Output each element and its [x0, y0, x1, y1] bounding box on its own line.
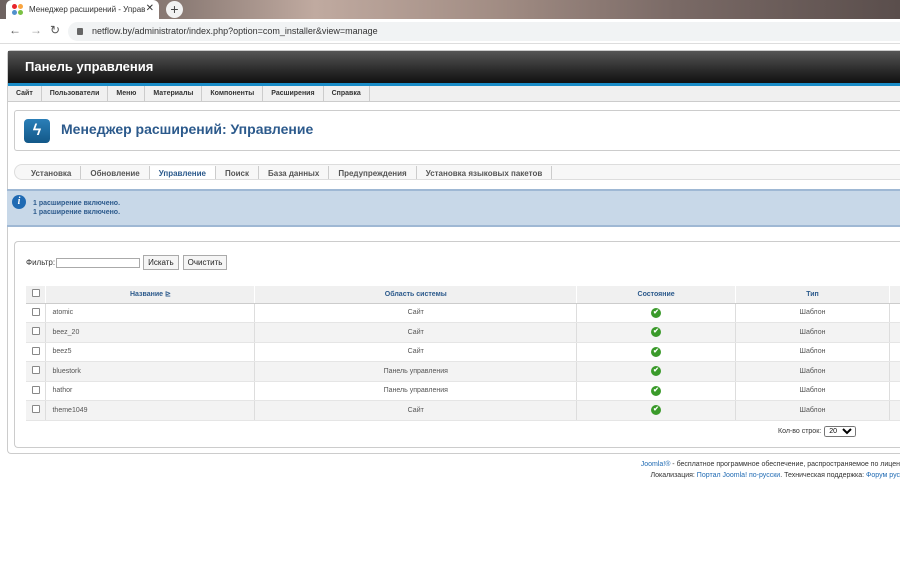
- enabled-check-icon[interactable]: ✔: [651, 405, 662, 416]
- column-status[interactable]: Состояние: [576, 286, 737, 304]
- row-checkbox[interactable]: [31, 385, 40, 394]
- rows-per-page-select[interactable]: 20: [824, 426, 857, 437]
- menu-item-extensions[interactable]: Расширения: [263, 86, 324, 102]
- joomla-favicon-icon: [12, 4, 23, 15]
- tab-manage[interactable]: Управление: [149, 166, 216, 179]
- forum-link[interactable]: Форум рус: [866, 472, 900, 479]
- sort-icon: ⊵: [164, 291, 171, 299]
- extension-client: Панель управления: [254, 381, 578, 401]
- info-icon: i: [12, 195, 26, 209]
- enabled-check-icon[interactable]: ✔: [651, 346, 662, 357]
- column-type[interactable]: Тип: [735, 286, 890, 304]
- extension-name: atomic: [45, 303, 256, 323]
- tab-database[interactable]: База данных: [259, 166, 330, 179]
- menu-item-menus[interactable]: Меню: [108, 86, 146, 102]
- enabled-check-icon[interactable]: ✔: [651, 327, 662, 338]
- extension-type: Шаблон: [735, 322, 890, 343]
- menu-item-users[interactable]: Пользователи: [42, 86, 109, 102]
- extension-type: Шаблон: [735, 381, 890, 401]
- table-row: hathor Панель управления ✔ Шаблон: [26, 381, 900, 401]
- footer-line-1: Joomla!® - бесплатное программное обеспе…: [640, 461, 900, 468]
- message-line: 1 расширение включено.: [33, 209, 121, 216]
- row-checkbox[interactable]: [31, 327, 40, 336]
- url-field[interactable]: netflow.by/administrator/index.php?optio…: [68, 22, 900, 41]
- clear-button[interactable]: Очистить: [182, 255, 228, 270]
- extension-name: hathor: [45, 381, 256, 401]
- extension-client: Панель управления: [254, 361, 578, 382]
- browser-tab[interactable]: Менеджер расширений - Управ ✕: [6, 0, 159, 19]
- tab-install[interactable]: Установка: [22, 166, 82, 179]
- select-all-cell: [26, 286, 47, 304]
- extension-name: bluestork: [45, 361, 256, 382]
- enabled-check-icon[interactable]: ✔: [651, 385, 662, 396]
- extension-type: Шаблон: [735, 342, 890, 362]
- menu-item-content[interactable]: Материалы: [145, 86, 203, 102]
- admin-header-title: Панель управления: [25, 59, 154, 74]
- admin-header: Панель управления: [8, 51, 900, 83]
- search-button[interactable]: Искать: [143, 255, 179, 270]
- system-message: i 1 расширение включено. 1 расширение вк…: [7, 189, 900, 227]
- column-client[interactable]: Область системы: [254, 286, 578, 304]
- menu-item-help[interactable]: Справка: [324, 86, 370, 102]
- extension-client: Сайт: [254, 303, 578, 323]
- lock-icon: [77, 28, 83, 35]
- menu-item-components[interactable]: Компоненты: [202, 86, 264, 102]
- filter-input[interactable]: [56, 257, 141, 268]
- address-bar-row: ← → ↻ netflow.by/administrator/index.php…: [0, 19, 900, 44]
- filter-bar: Фильтр: Искать Очистить: [26, 255, 231, 270]
- url-text: netflow.by/administrator/index.php?optio…: [92, 26, 378, 36]
- tab-warnings[interactable]: Предупреждения: [329, 166, 417, 179]
- page-title-box: ϟ Менеджер расширений: Управление: [14, 110, 900, 151]
- column-name[interactable]: Название ⊵: [45, 286, 256, 304]
- portal-link[interactable]: Портал Joomla! по-русски: [697, 472, 780, 479]
- joomla-link[interactable]: Joomla!®: [641, 461, 671, 468]
- rows-per-page-label: Кол-во строк:: [778, 428, 822, 435]
- row-checkbox[interactable]: [31, 366, 40, 375]
- table-row: theme1049 Сайт ✔ Шаблон: [26, 400, 900, 421]
- extension-name: beez_20: [45, 322, 256, 343]
- enabled-check-icon[interactable]: ✔: [651, 307, 662, 318]
- footer-line-2: Локализация: Портал Joomla! по-русски. Т…: [650, 472, 900, 479]
- extension-client: Сайт: [254, 400, 578, 421]
- browser-tab-title: Менеджер расширений - Управ: [29, 5, 146, 14]
- extension-type: Шаблон: [735, 361, 890, 382]
- enabled-check-icon[interactable]: ✔: [651, 366, 662, 377]
- extension-name: theme1049: [45, 400, 256, 421]
- extension-manager-icon: ϟ: [24, 119, 50, 143]
- reload-icon[interactable]: ↻: [50, 23, 60, 37]
- extensions-panel: Фильтр: Искать Очистить Название ⊵ Облас…: [14, 241, 900, 448]
- footer: Joomla!® - бесплатное программное обеспе…: [641, 459, 900, 481]
- select-all-checkbox[interactable]: [31, 289, 40, 298]
- table-row: atomic Сайт ✔ Шаблон: [26, 303, 900, 323]
- row-checkbox[interactable]: [31, 346, 40, 355]
- row-checkbox[interactable]: [31, 307, 40, 316]
- menu-item-site[interactable]: Сайт: [8, 86, 42, 102]
- filter-label: Фильтр:: [26, 258, 56, 267]
- table-header-row: Название ⊵ Область системы Состояние Тип: [26, 286, 900, 304]
- browser-tab-bar: Менеджер расширений - Управ ✕ +: [0, 0, 900, 19]
- tab-install-languages[interactable]: Установка языковых пакетов: [417, 166, 553, 179]
- tab-close-icon[interactable]: ✕: [146, 3, 154, 14]
- back-icon[interactable]: ←: [9, 23, 21, 37]
- extension-type: Шаблон: [735, 303, 890, 323]
- table-row: beez5 Сайт ✔ Шаблон: [26, 342, 900, 362]
- extensions-table: Название ⊵ Область системы Состояние Тип…: [26, 286, 900, 421]
- extension-type: Шаблон: [735, 400, 890, 421]
- rows-per-page: Кол-во строк: 20: [778, 426, 857, 437]
- main-menu: Сайт Пользователи Меню Материалы Компоне…: [8, 86, 900, 102]
- tab-discover[interactable]: Поиск: [216, 166, 260, 179]
- page-title: Менеджер расширений: Управление: [61, 121, 314, 137]
- table-row: beez_20 Сайт ✔ Шаблон: [26, 322, 900, 343]
- new-tab-button[interactable]: +: [166, 1, 183, 18]
- admin-page: Панель управления Сайт Пользователи Меню…: [7, 50, 900, 454]
- extension-client: Сайт: [254, 322, 578, 343]
- table-row: bluestork Панель управления ✔ Шаблон: [26, 361, 900, 382]
- extension-client: Сайт: [254, 342, 578, 362]
- tab-update[interactable]: Обновление: [81, 166, 150, 179]
- extension-name: beez5: [45, 342, 256, 362]
- submenu-tabs: Установка Обновление Управление Поиск Ба…: [14, 164, 900, 180]
- message-line: 1 расширение включено.: [33, 200, 121, 207]
- forward-icon[interactable]: →: [30, 23, 42, 37]
- row-checkbox[interactable]: [31, 405, 40, 414]
